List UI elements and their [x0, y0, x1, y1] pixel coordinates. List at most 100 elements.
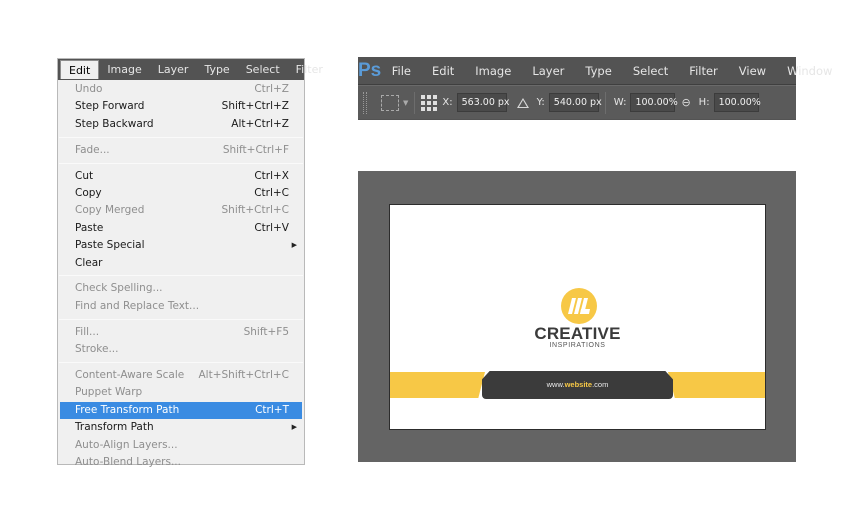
menubar-item-layer[interactable]: Layer [150, 60, 197, 79]
menu-item-shortcut: Shift+Ctrl+F [222, 143, 289, 156]
menu-item-auto-align-layers: Auto-Align Layers... [58, 437, 304, 454]
menu-item-paste[interactable]: Paste Ctrl+V [58, 220, 304, 237]
options-bar: ▼ X: 563.00 px Y: 540.00 px W: 100.00% ⊖… [358, 85, 796, 119]
width-field[interactable]: 100.00% [630, 93, 678, 112]
divider [604, 91, 606, 114]
menu-item-label: Content-Aware Scale [75, 368, 185, 381]
menu-item-label: Step Forward [75, 100, 145, 113]
menu-separator [59, 318, 303, 320]
canvas-area: CREATIVE INSPIRATIONS www.website.com [358, 171, 796, 462]
menu-item-step-backward[interactable]: Step Backward Alt+Ctrl+Z [58, 116, 304, 133]
menubar-item-filter[interactable]: Filter [288, 60, 331, 79]
menu-separator [59, 136, 303, 138]
menu-item-step-forward[interactable]: Step Forward Shift+Ctrl+Z [58, 98, 304, 115]
link-icon[interactable]: ⊖ [681, 96, 690, 109]
ps-menu-file[interactable]: File [381, 64, 421, 78]
yellow-stripe-left [390, 372, 485, 398]
x-label: X: [442, 97, 453, 108]
ps-menu-image[interactable]: Image [465, 64, 522, 78]
menu-separator [59, 275, 303, 277]
menu-item-fade: Fade... Shift+Ctrl+F [58, 142, 304, 159]
menubar: Edit Image Layer Type Select Filter [58, 59, 323, 80]
menu-item-label: Auto-Align Layers... [75, 438, 178, 451]
photoshop-logo: Ps [358, 59, 382, 81]
submenu-arrow-icon: ▶ [291, 241, 297, 250]
ps-menu-filter[interactable]: Filter [679, 64, 728, 78]
menu-item-label: Find and Replace Text... [75, 299, 200, 312]
menu-item-label: Paste [75, 221, 104, 234]
menu-item-shortcut: Ctrl+X [254, 169, 289, 182]
menu-item-cut[interactable]: Cut Ctrl+X [58, 168, 304, 185]
ps-menu-window[interactable]: Window [777, 64, 843, 78]
menu-item-label: Free Transform Path [75, 403, 180, 416]
menu-item-label: Auto-Blend Layers... [75, 455, 181, 468]
menu-item-clear[interactable]: Clear [58, 255, 304, 272]
menu-item-shortcut: Shift+F5 [243, 325, 289, 338]
divider [414, 91, 416, 114]
menu-item-shortcut: Alt+Shift+Ctrl+C [198, 368, 290, 381]
options-bar-grip[interactable] [363, 91, 367, 114]
menu-item-label: Fill... [75, 325, 100, 338]
menubar-item-edit[interactable]: Edit [60, 60, 100, 79]
menu-item-stroke: Stroke... [58, 341, 304, 358]
height-field[interactable]: 100.00% [713, 93, 761, 112]
menu-item-label: Paste Special [75, 239, 145, 252]
y-position-field[interactable]: 540.00 px [548, 93, 602, 112]
ps-menu-layer[interactable]: Layer [522, 64, 575, 78]
menu-item-label: Copy Merged [75, 204, 145, 217]
menu-item-transform-path[interactable]: Transform Path ▶ [58, 419, 304, 436]
menu-item-paste-special[interactable]: Paste Special ▶ [58, 237, 304, 254]
photoshop-toolbar: Ps File Edit Image Layer Type Select Filter Vie… [358, 57, 832, 120]
ps-menu-view[interactable]: View [728, 64, 776, 78]
url-highlight: website [564, 380, 593, 389]
ps-menu-select[interactable]: Select [622, 64, 678, 78]
menu-item-copy[interactable]: Copy Ctrl+C [58, 185, 304, 202]
x-position-field[interactable]: 563.00 px [456, 93, 510, 112]
menu-item-check-spelling: Check Spelling... [58, 280, 304, 297]
menu-item-shortcut: Shift+Ctrl+Z [221, 100, 289, 113]
menu-item-shortcut: Ctrl+V [254, 221, 289, 234]
menu-item-label: Undo [75, 83, 103, 95]
menu-item-shortcut: Ctrl+C [254, 186, 289, 199]
y-label: Y: [536, 97, 545, 108]
reference-point-icon[interactable] [421, 94, 438, 111]
ps-menu-type[interactable]: Type [575, 64, 622, 78]
menubar-item-image[interactable]: Image [99, 60, 149, 79]
yellow-stripe-right [668, 372, 765, 398]
delta-relative-icon[interactable] [516, 97, 529, 108]
edit-dropdown-menu: Undo Ctrl+Z Step Forward Shift+Ctrl+Z Step B… [58, 80, 304, 471]
brand-name: CREATIVE [534, 324, 621, 343]
ps-menu-edit[interactable]: Edit [422, 64, 465, 78]
menu-separator [59, 162, 303, 164]
brand-logo-icon [561, 288, 597, 324]
website-url-bar: www.website.com [482, 371, 673, 399]
chevron-down-icon[interactable]: ▼ [403, 99, 408, 107]
menu-item-label: Check Spelling... [75, 282, 163, 295]
menu-item-shortcut: Ctrl+T [255, 403, 289, 416]
h-label: H: [698, 97, 710, 108]
url-prefix: www. [546, 380, 565, 389]
menu-item-puppet-warp: Puppet Warp [58, 384, 304, 401]
menu-item-undo: Undo Ctrl+Z [58, 81, 304, 98]
menu-item-label: Step Backward [75, 117, 154, 130]
business-card[interactable]: CREATIVE INSPIRATIONS www.website.com [389, 204, 766, 430]
menu-item-free-transform-path[interactable]: Free Transform Path Ctrl+T [60, 401, 302, 420]
menu-item-copy-merged: Copy Merged Shift+Ctrl+C [58, 202, 304, 219]
menubar-item-type[interactable]: Type [196, 60, 237, 79]
marquee-tool-icon[interactable] [381, 94, 399, 111]
submenu-arrow-icon: ▶ [291, 423, 297, 432]
menu-separator [59, 361, 303, 363]
edit-menu-panel: Edit Image Layer Type Select Filter Undo Ctrl+… [57, 58, 323, 468]
menu-item-shortcut: Ctrl+Z [254, 83, 289, 95]
ps-menu-items: File Edit Image Layer Type Select Filter View Wi… [381, 64, 843, 78]
menu-item-shortcut: Alt+Ctrl+Z [231, 117, 289, 130]
menu-item-fill: Fill... Shift+F5 [58, 324, 304, 341]
menu-item-find-and-replace-text: Find and Replace Text... [58, 298, 304, 315]
brand-tagline: INSPIRATIONS [549, 342, 606, 349]
menu-item-label: Cut [75, 169, 94, 182]
url-suffix: .com [592, 380, 609, 389]
menu-item-label: Clear [75, 256, 103, 269]
menubar-item-select[interactable]: Select [238, 60, 288, 79]
menu-item-label: Puppet Warp [75, 386, 143, 399]
menu-item-auto-blend-layers: Auto-Blend Layers... [58, 454, 304, 471]
